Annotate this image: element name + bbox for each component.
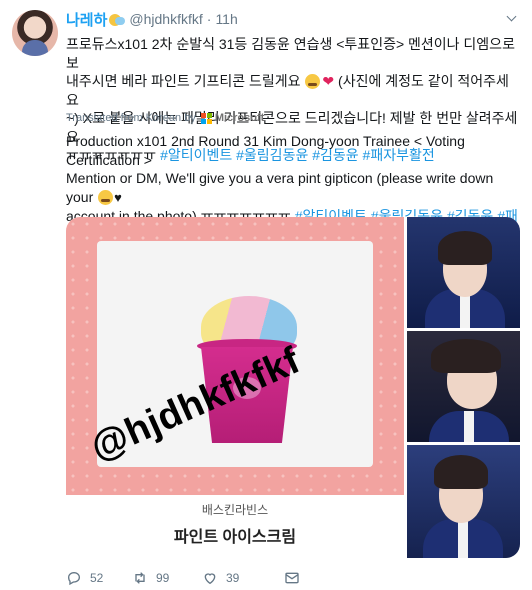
name-emoji-icon — [109, 12, 126, 26]
reply-button[interactable]: 52 — [66, 568, 103, 588]
uniform-shape — [429, 411, 509, 442]
retweet-count: 99 — [156, 571, 170, 585]
reply-icon — [67, 571, 81, 586]
retweet-button[interactable]: 99 — [132, 568, 169, 588]
tweet-text-line: 내주시면 베라 파인트 기프티콘 드릴게요 — [66, 73, 301, 89]
media-grid: @hjdhkfkfkf 배스킨라빈스 파인트 아이스크림 — [66, 217, 520, 558]
tweet-timestamp[interactable]: 11h — [215, 11, 237, 27]
black-heart-icon: ♥ — [114, 189, 122, 205]
product-name: 파인트 아이스크림 — [173, 529, 297, 546]
crying-face-icon — [98, 189, 114, 205]
hair-shape — [438, 231, 492, 265]
user-handle[interactable]: @hjdhkfkfkf — [129, 11, 202, 27]
translated-text-line: Mention or DM, We'll give you a vera pin… — [66, 170, 494, 205]
like-button[interactable]: 39 — [202, 568, 239, 588]
store-name: 배스킨라빈스 — [201, 503, 269, 517]
translated-text-line: Production x101 2nd Round 31 Kim Dong-yo… — [66, 133, 465, 168]
translated-label: Translated from Korean by — [66, 112, 196, 124]
display-name[interactable]: 나레하 — [66, 9, 107, 30]
tweet-text-line: 프로듀스x101 2차 순발식 31등 김동윤 연습생 <투표인증> 멘션이나 … — [66, 36, 515, 71]
hair-shape — [434, 455, 488, 489]
reply-count: 52 — [90, 571, 104, 585]
translator-name: Microsoft — [214, 112, 265, 124]
retweet-icon — [135, 572, 145, 584]
media-image-photo-2[interactable] — [407, 331, 520, 442]
translation-attribution: Translated from Korean by Microsoft — [66, 110, 264, 126]
avatar[interactable] — [12, 10, 58, 56]
separator-dot: · — [206, 11, 212, 27]
media-image-photo-3[interactable] — [407, 445, 520, 558]
tweet-header: 나레하 @hjdhkfkfkf · 11h — [66, 9, 238, 29]
hair-shape — [431, 339, 501, 373]
envelope-icon — [285, 572, 299, 584]
crying-face-icon — [305, 74, 321, 89]
chevron-down-icon[interactable] — [506, 12, 518, 24]
media-image-photo-1[interactable] — [407, 217, 520, 328]
tweet: 나레하 @hjdhkfkfkf · 11h 프로듀스x101 2차 순발식 31… — [0, 0, 532, 590]
media-image-gifticon[interactable]: @hjdhkfkfkf 배스킨라빈스 파인트 아이스크림 — [66, 217, 404, 558]
direct-message-button[interactable] — [284, 568, 308, 588]
microsoft-logo-icon — [200, 112, 212, 124]
uniform-shape — [423, 519, 503, 558]
red-heart-icon: ❤ — [322, 73, 335, 89]
heart-icon — [204, 573, 216, 585]
tweet-actions: 52 99 39 — [66, 568, 366, 588]
like-count: 39 — [226, 571, 240, 585]
